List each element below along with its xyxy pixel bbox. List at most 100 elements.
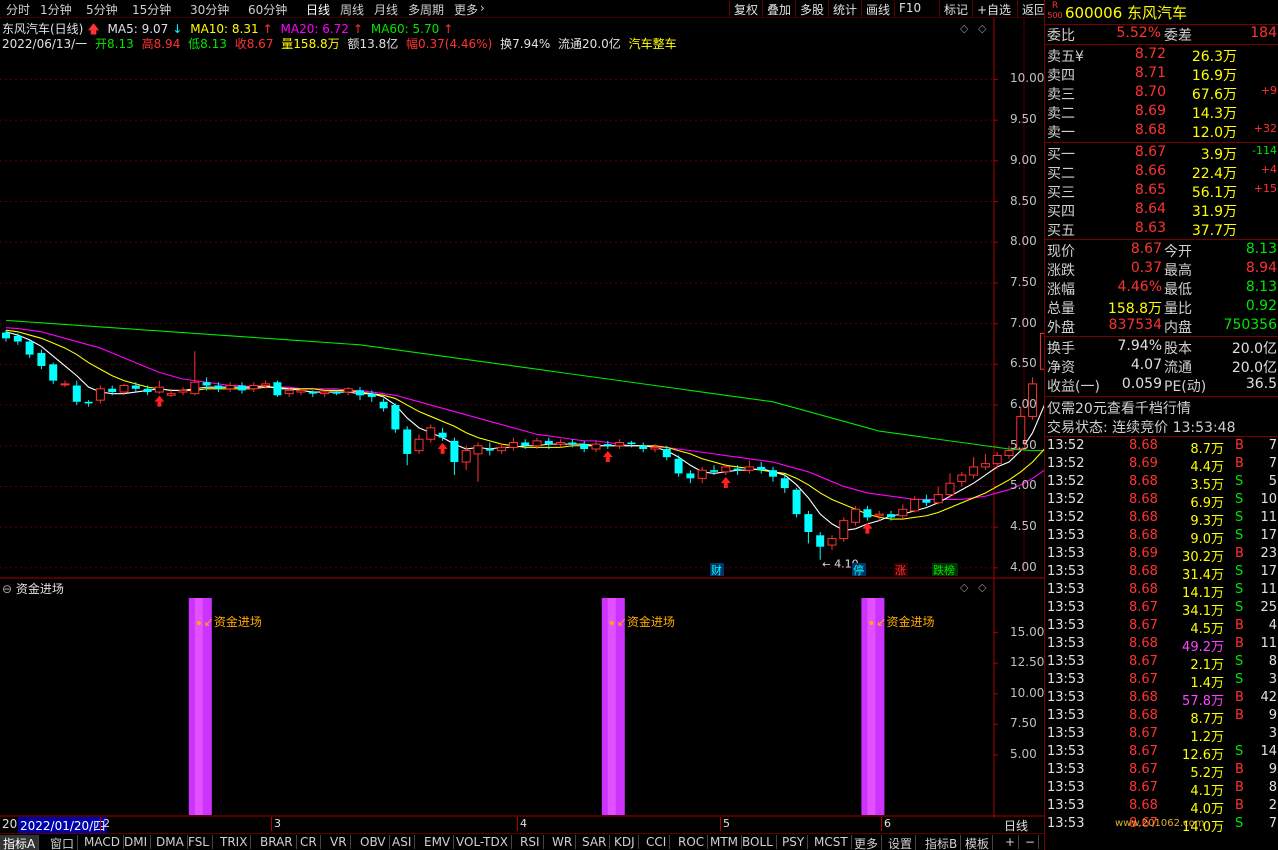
candle <box>72 380 81 406</box>
stat-value: 0.92 <box>1245 298 1277 314</box>
candle <box>332 390 341 396</box>
ask-volume: 12.0万 <box>1191 125 1237 141</box>
candle-body <box>591 443 601 450</box>
gear-icon[interactable]: ⊖ <box>2 582 12 596</box>
indicator-title[interactable]: ⊖ 资金进场 <box>2 580 64 597</box>
indicator-axis-label: 5.00 <box>1010 746 1037 761</box>
candle <box>343 387 353 396</box>
bid-row[interactable]: 买五 8.63 37.7万 <box>1045 220 1278 239</box>
indicator-tab-6[interactable]: TRIX <box>217 835 252 849</box>
indicator-tab-15[interactable]: WR <box>549 835 577 849</box>
tick-row: 13:52 8.69 4.4万 B 7 <box>1045 456 1278 475</box>
tick-time: 13:52 <box>1047 492 1085 507</box>
price-axis-label: 10.00 <box>1010 71 1045 86</box>
indicator-tab-23[interactable]: MCST <box>811 835 852 849</box>
bid-row[interactable]: 买一 8.67 3.9万 -114 <box>1045 144 1278 163</box>
candle-body <box>367 393 376 397</box>
ask-row[interactable]: 卖四 8.71 16.9万 <box>1045 65 1278 84</box>
candle-body <box>343 388 353 393</box>
kline-chart[interactable]: ◇◇◇◇10.19⟶←4.10财停涨跌榜↙资金进场↙资金进场↙资金进场 <box>0 0 1044 818</box>
indicator-tab-7[interactable]: BRAR <box>257 835 297 849</box>
candle-body <box>969 466 979 476</box>
indicator-tab-20[interactable]: MTM <box>707 835 743 849</box>
bid-row[interactable]: 买二 8.66 22.4万 +4 <box>1045 163 1278 182</box>
ma5-line <box>5 331 1044 531</box>
indicator-tab-4[interactable]: DMA <box>153 835 188 849</box>
bid-price: 8.67 <box>1134 144 1166 160</box>
indicator-tab-11[interactable]: ASI <box>389 835 416 849</box>
indicator-tab-10[interactable]: OBV <box>357 835 390 849</box>
candle-body <box>238 385 246 391</box>
tick-volume: 5.2万 <box>1190 766 1224 781</box>
candle-body <box>733 468 742 471</box>
bottom-right-button-0[interactable]: 指标B <box>922 835 962 850</box>
bottom-right-button-2[interactable]: + <box>1002 835 1020 849</box>
candle <box>273 380 282 397</box>
candle <box>450 437 459 476</box>
bid-row[interactable]: 买四 8.64 31.9万 <box>1045 201 1278 220</box>
ask-row[interactable]: 卖三 8.70 67.6万 +9 <box>1045 84 1278 103</box>
indicator-tab-18[interactable]: CCI <box>643 835 671 849</box>
indicator-tab-12[interactable]: EMV <box>421 835 455 849</box>
tick-volume: 4.0万 <box>1190 802 1224 817</box>
indicator-tab-9[interactable]: VR <box>327 835 351 849</box>
candle <box>627 440 636 448</box>
ask-label: 卖二 <box>1047 106 1075 122</box>
candle-body <box>627 442 636 445</box>
tick-volume: 12.6万 <box>1182 748 1224 763</box>
candle-body <box>379 401 388 409</box>
indicator-tab-22[interactable]: PSY <box>779 835 809 849</box>
candle-body <box>863 509 872 518</box>
candle-body <box>308 392 317 394</box>
stat-label: 量比 <box>1164 301 1192 317</box>
stat-row: 外盘 837534 内盘 750356 <box>1045 317 1278 336</box>
indicator-tab-24[interactable]: 更多 <box>851 835 883 850</box>
indicator-tab-8[interactable]: CR <box>297 835 321 849</box>
candle-body <box>874 513 884 517</box>
indicator-tab-16[interactable]: SAR <box>579 835 611 849</box>
ask-volume: 14.3万 <box>1191 106 1237 122</box>
indicator-tab-17[interactable]: KDJ <box>611 835 639 849</box>
indicator-tab-0[interactable]: 指标A <box>0 835 40 850</box>
signal-bar-highlight <box>867 598 876 815</box>
tick-time: 13:53 <box>1047 798 1085 813</box>
candle-body <box>674 458 683 474</box>
candle-body <box>2 332 10 339</box>
ask-row[interactable]: 卖二 8.69 14.3万 <box>1045 103 1278 122</box>
tick-count: 3 <box>1268 726 1277 741</box>
bottom-right-button-1[interactable]: 模板 <box>962 835 994 850</box>
indicator-tab-5[interactable]: FSL <box>185 835 213 849</box>
ask-price: 8.69 <box>1134 103 1166 119</box>
candle <box>933 486 943 505</box>
candle-body <box>497 446 507 452</box>
candle <box>95 385 105 404</box>
level2-notice[interactable]: 仅需20元查看千档行情 <box>1045 398 1278 417</box>
bottom-right-button-3[interactable]: − <box>1022 835 1040 849</box>
tick-time: 13:53 <box>1047 762 1085 777</box>
bid-price: 8.65 <box>1134 182 1166 198</box>
candle-body <box>166 393 176 396</box>
indicator-tab-21[interactable]: BOLL <box>739 835 777 849</box>
stat-label: 总量 <box>1047 301 1075 317</box>
indicator-tab-14[interactable]: RSI <box>517 835 544 849</box>
indicator-tab-2[interactable]: MACD <box>81 835 124 849</box>
ask-price: 8.68 <box>1134 122 1166 138</box>
ask-row[interactable]: 卖一 8.68 12.0万 +32 <box>1045 122 1278 141</box>
watermark: www.201062.com <box>1115 818 1205 829</box>
indicator-tab-1[interactable]: 窗口 <box>47 835 79 850</box>
indicator-axis-label: 10.00 <box>1010 685 1045 700</box>
candle-body <box>887 514 895 518</box>
ma20-line <box>5 327 1044 501</box>
candle <box>980 453 990 471</box>
indicator-tab-13[interactable]: VOL-TDX <box>453 835 512 849</box>
candle-body <box>450 440 459 463</box>
candle <box>391 403 400 433</box>
indicator-tab-25[interactable]: 设置 <box>885 835 917 850</box>
bid-volume: 56.1万 <box>1191 185 1237 201</box>
indicator-tab-19[interactable]: ROC <box>675 835 709 849</box>
tick-count: 11 <box>1260 636 1277 651</box>
candle-body <box>650 446 660 450</box>
bid-row[interactable]: 买三 8.65 56.1万 +15 <box>1045 182 1278 201</box>
ask-row[interactable]: 卖五¥ 8.72 26.3万 <box>1045 46 1278 65</box>
indicator-tab-3[interactable]: DMI <box>121 835 152 849</box>
